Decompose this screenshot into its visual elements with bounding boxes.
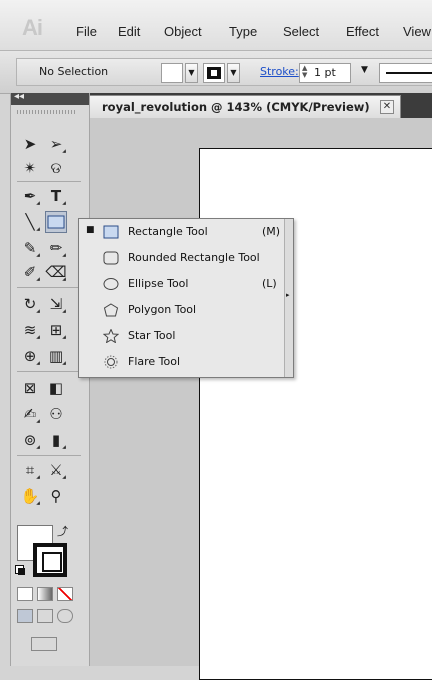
app-logo: Ai	[22, 15, 43, 40]
menu-bar: Ai File Edit Object Type Select Effect V…	[0, 0, 432, 51]
stroke-inner-icon	[211, 70, 217, 76]
rectangle-tool-glyph-icon	[47, 215, 65, 229]
tool-separator	[17, 371, 81, 372]
none-mode-icon[interactable]	[57, 587, 73, 601]
tool-separator	[17, 455, 81, 456]
stroke-spinner-icon[interactable]: ▲ ▼	[302, 65, 310, 79]
mesh-tool-icon[interactable]: ⊠	[19, 377, 41, 399]
paintbrush-tool-icon[interactable]: ✎	[19, 237, 41, 259]
stroke-weight-value: 1 pt	[314, 66, 336, 79]
flyout-item-label: Flare Tool	[128, 355, 181, 368]
tool-separator	[17, 287, 81, 288]
menu-object[interactable]: Object	[164, 24, 202, 39]
shape-builder-tool-icon[interactable]: ⊕	[19, 345, 41, 367]
stroke-swatch-control[interactable]	[203, 63, 225, 83]
symbol-sprayer-tool-icon[interactable]: ⊚	[19, 429, 41, 451]
perspective-grid-tool-icon[interactable]: ▥	[45, 345, 67, 367]
flyout-item-polygon[interactable]: Polygon Tool	[79, 297, 284, 323]
document-title: royal_revolution @ 143% (CMYK/Preview)	[102, 100, 370, 114]
selection-tool-icon[interactable]: ➤	[19, 133, 41, 155]
close-document-icon[interactable]: ✕	[380, 100, 394, 114]
flyout-item-shortcut: (M)	[262, 225, 281, 238]
eraser-tool-icon[interactable]: ⌫	[45, 261, 67, 283]
free-transform-tool-icon[interactable]: ⊞	[45, 319, 67, 341]
lasso-tool-icon[interactable]: ଡ	[45, 157, 67, 179]
column-graph-tool-icon[interactable]: ▮	[45, 429, 67, 451]
slice-tool-icon[interactable]: ⚔	[45, 459, 67, 481]
warp-tool-icon[interactable]: ≋	[19, 319, 41, 341]
flyout-item-label: Ellipse Tool	[128, 277, 189, 290]
flyout-item-rectangle[interactable]: ■ Rectangle Tool (M)	[79, 219, 284, 245]
screen-mode-icon[interactable]	[31, 637, 57, 651]
tearoff-arrow-icon: ▸	[286, 291, 290, 299]
flyout-tearoff-bar[interactable]: ▸	[284, 219, 293, 377]
gradient-tool-icon[interactable]: ◧	[45, 377, 67, 399]
flyout-item-shortcut: (L)	[262, 277, 277, 290]
blob-brush-tool-icon[interactable]: ✐	[19, 261, 41, 283]
menu-effect[interactable]: Effect	[346, 24, 379, 39]
menu-edit[interactable]: Edit	[118, 24, 140, 39]
rounded-rectangle-icon	[103, 251, 119, 265]
menu-select[interactable]: Select	[283, 24, 319, 39]
rectangle-icon	[103, 225, 119, 239]
menu-file[interactable]: File	[76, 24, 97, 39]
color-mode-icon[interactable]	[17, 587, 33, 601]
stroke-color-swatch[interactable]	[33, 543, 67, 577]
draw-behind-icon[interactable]	[37, 609, 53, 623]
magic-wand-tool-icon[interactable]: ✴	[19, 157, 41, 179]
flyout-item-label: Rectangle Tool	[128, 225, 208, 238]
control-bar: No Selection ▼ ▼ Stroke: ▲ ▼ 1 pt ▼	[0, 51, 432, 94]
control-bar-inner: No Selection ▼ ▼ Stroke: ▲ ▼ 1 pt ▼	[16, 58, 432, 86]
gradient-mode-icon[interactable]	[37, 587, 53, 601]
flare-icon	[104, 355, 118, 369]
direct-selection-tool-icon[interactable]: ➢	[45, 133, 67, 155]
menu-type[interactable]: Type	[229, 24, 257, 39]
flyout-item-label: Star Tool	[128, 329, 176, 342]
fill-swatch-control[interactable]	[161, 63, 183, 83]
document-tab[interactable]: royal_revolution @ 143% (CMYK/Preview) ✕	[89, 95, 401, 118]
flyout-item-label: Polygon Tool	[128, 303, 197, 316]
default-colors-icon[interactable]	[15, 565, 25, 575]
blend-tool-icon[interactable]: ⚇	[45, 403, 67, 425]
pencil-tool-icon[interactable]: ✏	[45, 237, 67, 259]
rectangle-tool-icon[interactable]	[45, 211, 67, 233]
panel-grip[interactable]	[17, 110, 77, 114]
scale-tool-icon[interactable]: ⇲	[45, 293, 67, 315]
canvas-area[interactable]	[89, 118, 432, 680]
tools-panel-header[interactable]: ◂◂	[11, 91, 89, 105]
shape-tools-flyout: ■ Rectangle Tool (M) Rounded Rectangle T…	[78, 218, 294, 378]
collapse-panel-icon[interactable]: ◂◂	[14, 91, 24, 102]
fill-dropdown-icon[interactable]: ▼	[185, 63, 198, 83]
ellipse-icon	[103, 278, 119, 290]
selection-status: No Selection	[39, 65, 109, 78]
flyout-item-rounded-rectangle[interactable]: Rounded Rectangle Tool	[79, 245, 284, 271]
draw-normal-icon[interactable]	[17, 609, 33, 623]
document-tab-bar: royal_revolution @ 143% (CMYK/Preview) ✕	[89, 93, 432, 118]
star-icon	[103, 329, 119, 343]
stroke-label-link[interactable]: Stroke:	[260, 65, 299, 78]
line-segment-tool-icon[interactable]: ╲	[19, 211, 41, 233]
hand-tool-icon[interactable]: ✋	[19, 485, 41, 507]
tool-separator	[17, 181, 81, 182]
stroke-weight-field[interactable]: ▲ ▼ 1 pt	[299, 63, 351, 83]
zoom-tool-icon[interactable]: ⚲	[45, 485, 67, 507]
type-tool-icon[interactable]: T	[45, 185, 67, 207]
stroke-weight-dropdown-icon[interactable]: ▼	[361, 65, 368, 75]
flyout-item-ellipse[interactable]: Ellipse Tool (L)	[79, 271, 284, 297]
menu-view[interactable]: View	[403, 24, 431, 39]
pen-tool-icon[interactable]: ✒	[19, 185, 41, 207]
polygon-icon	[103, 303, 119, 317]
flyout-item-flare[interactable]: Flare Tool	[79, 349, 284, 375]
flyout-item-star[interactable]: Star Tool	[79, 323, 284, 349]
tools-panel: ◂◂ ➤ ➢ ✴ ଡ ✒ T ╲ ✎ ✏ ✐ ⌫ ↻ ⇲ ≋ ⊞ ⊕ ▥ ⊠ ◧…	[10, 91, 90, 666]
selected-check-icon: ■	[86, 225, 95, 235]
draw-inside-icon[interactable]	[57, 609, 73, 623]
stroke-dropdown-icon[interactable]: ▼	[227, 63, 240, 83]
flyout-item-label: Rounded Rectangle Tool	[128, 251, 260, 264]
artboard-tool-icon[interactable]: ⌗	[19, 459, 41, 481]
stroke-profile-preview[interactable]	[379, 63, 432, 83]
rotate-tool-icon[interactable]: ↻	[19, 293, 41, 315]
eyedropper-tool-icon[interactable]: ✍	[19, 403, 41, 425]
swap-fill-stroke-icon[interactable]: ⤴	[57, 523, 68, 539]
